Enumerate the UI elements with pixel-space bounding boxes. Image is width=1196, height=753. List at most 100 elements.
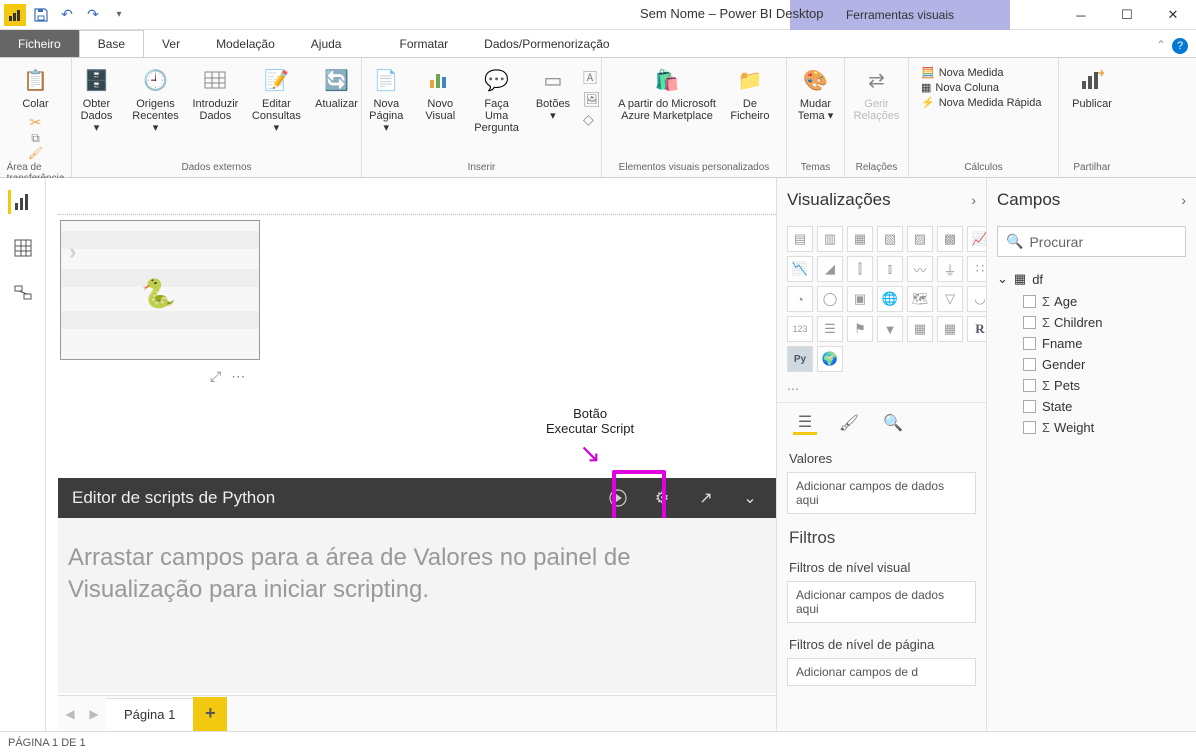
line-clustered-icon[interactable]: ⫿ <box>847 256 873 282</box>
field-state[interactable]: State <box>997 396 1186 417</box>
tab-format[interactable]: Formatar <box>381 30 466 57</box>
100-column-icon[interactable]: ▩ <box>937 226 963 252</box>
more-visuals-icon[interactable]: ⋯ <box>777 376 986 402</box>
tab-data-drill[interactable]: Dados/Pormenorização <box>466 30 627 57</box>
refresh-button[interactable]: 🔄Atualizar <box>313 62 361 162</box>
python-visual-placeholder[interactable]: › 🐍 ⤢ ⋯ <box>60 220 260 370</box>
table-df[interactable]: ⌄ ▦ df <box>997 267 1186 291</box>
multi-card-icon[interactable]: ☰ <box>817 316 843 342</box>
checkbox[interactable] <box>1023 400 1036 413</box>
script-options-icon[interactable]: ⚙ <box>650 486 674 510</box>
field-pets[interactable]: Pets <box>997 375 1186 396</box>
checkbox[interactable] <box>1023 379 1036 392</box>
area-icon[interactable]: 📉 <box>787 256 813 282</box>
new-visual-button[interactable]: Novo Visual <box>416 62 464 162</box>
pop-out-icon[interactable]: ↗ <box>694 486 718 510</box>
field-gender[interactable]: Gender <box>997 354 1186 375</box>
line-stacked-icon[interactable]: ⫾ <box>877 256 903 282</box>
checkbox[interactable] <box>1023 358 1036 371</box>
maximize-button[interactable]: ☐ <box>1104 0 1150 30</box>
new-column-button[interactable]: ▦Nova Coluna <box>921 81 999 94</box>
add-page-button[interactable]: + <box>193 697 227 731</box>
tab-file[interactable]: Ficheiro <box>0 30 79 57</box>
values-drop-area[interactable]: Adicionar campos de dados aqui <box>787 472 976 514</box>
data-view-icon[interactable] <box>11 236 35 260</box>
checkbox[interactable] <box>1023 337 1036 350</box>
visual-more-icon[interactable]: ⋯ <box>231 368 245 385</box>
run-script-button[interactable] <box>606 486 630 510</box>
page-filters-drop[interactable]: Adicionar campos de d <box>787 658 976 686</box>
analytics-tab-icon[interactable]: 🔍 <box>881 411 905 435</box>
clustered-column-icon[interactable]: ▧ <box>877 226 903 252</box>
treemap-icon[interactable]: ▣ <box>847 286 873 312</box>
stacked-column-icon[interactable]: ▥ <box>817 226 843 252</box>
marketplace-button[interactable]: 🛍️A partir do Microsoft Azure Marketplac… <box>614 62 720 162</box>
arcgis-icon[interactable]: 🌍 <box>817 346 843 372</box>
ribbon-icon[interactable]: 〰 <box>907 256 933 282</box>
help-icon[interactable]: ? <box>1172 38 1188 54</box>
python-visual-icon[interactable]: Py <box>787 346 813 372</box>
qat-customize[interactable]: ▾ <box>108 4 130 26</box>
buttons-button[interactable]: ▭Botões ▾ <box>529 62 577 162</box>
undo-icon[interactable]: ↶ <box>56 4 78 26</box>
close-button[interactable]: ✕ <box>1150 0 1196 30</box>
collapse-ribbon-icon[interactable]: ⌃ <box>1156 38 1166 52</box>
new-page-button[interactable]: 📄Nova Página ▾ <box>362 62 410 162</box>
card-icon[interactable]: 123 <box>787 316 813 342</box>
textbox-icon[interactable]: 🄰 <box>583 68 601 88</box>
visual-filters-drop[interactable]: Adicionar campos de dados aqui <box>787 581 976 623</box>
waterfall-icon[interactable]: ⏚ <box>937 256 963 282</box>
map-icon[interactable]: 🌐 <box>877 286 903 312</box>
fields-search[interactable]: 🔍 Procurar <box>997 226 1186 257</box>
field-children[interactable]: Children <box>997 312 1186 333</box>
collapse-fields-pane-icon[interactable]: › <box>1181 192 1186 208</box>
matrix-icon[interactable]: ▦ <box>937 316 963 342</box>
100-bar-icon[interactable]: ▨ <box>907 226 933 252</box>
minimize-button[interactable]: ─ <box>1058 0 1104 30</box>
collapse-editor-icon[interactable]: ⌄ <box>738 486 762 510</box>
page-prev-icon[interactable]: ◀ <box>58 707 82 721</box>
donut-icon[interactable]: ◯ <box>817 286 843 312</box>
new-measure-button[interactable]: 🧮Nova Medida <box>921 66 1004 79</box>
stacked-area-icon[interactable]: ◢ <box>817 256 843 282</box>
stacked-bar-icon[interactable]: ▤ <box>787 226 813 252</box>
save-icon[interactable] <box>30 4 52 26</box>
format-tab-icon[interactable]: 🖌 <box>837 411 861 435</box>
checkbox[interactable] <box>1023 295 1036 308</box>
tab-modeling[interactable]: Modelação <box>198 30 293 57</box>
page-next-icon[interactable]: ▶ <box>82 707 106 721</box>
image-icon[interactable]: 🖼 <box>583 91 601 108</box>
model-view-icon[interactable] <box>11 282 35 306</box>
copy-icon[interactable]: ⧉ <box>31 131 40 146</box>
field-age[interactable]: Age <box>997 291 1186 312</box>
paste-button[interactable]: 📋 Colar ✂ ⧉ 🖌 <box>12 62 60 162</box>
page-tab-1[interactable]: Página 1 <box>106 698 193 730</box>
redo-icon[interactable]: ↷ <box>82 4 104 26</box>
shapes-icon[interactable]: ◇ <box>583 111 601 128</box>
tab-home[interactable]: Base <box>79 30 144 57</box>
tab-help[interactable]: Ajuda <box>293 30 360 57</box>
filled-map-icon[interactable]: 🗺 <box>907 286 933 312</box>
get-data-button[interactable]: 🗄️Obter Dados ▾ <box>72 62 120 162</box>
report-view-icon[interactable] <box>8 190 35 214</box>
field-fname[interactable]: Fname <box>997 333 1186 354</box>
kpi-icon[interactable]: ⚑ <box>847 316 873 342</box>
publish-button[interactable]: Publicar <box>1068 62 1116 162</box>
from-file-button[interactable]: 📁De Ficheiro <box>726 62 774 162</box>
table-visual-icon[interactable]: ▦ <box>907 316 933 342</box>
pie-icon[interactable]: ◔ <box>787 286 813 312</box>
collapse-viz-pane-icon[interactable]: › <box>971 192 976 208</box>
manage-relations-button[interactable]: ⇄Gerir Relações <box>850 62 904 162</box>
format-painter-icon[interactable]: 🖌 <box>28 146 43 160</box>
checkbox[interactable] <box>1023 421 1036 434</box>
checkbox[interactable] <box>1023 316 1036 329</box>
report-canvas[interactable]: › 🐍 ⤢ ⋯ Botão Executar Script ↘ Editor d… <box>46 178 776 731</box>
scissors-icon[interactable]: ✂ <box>30 114 42 131</box>
switch-theme-button[interactable]: 🎨Mudar Tema ▾ <box>792 62 840 162</box>
recent-sources-button[interactable]: 🕘Origens Recentes ▾ <box>126 62 184 162</box>
slicer-icon[interactable]: ▼ <box>877 316 903 342</box>
visual-focus-icon[interactable]: ⤢ <box>210 368 221 385</box>
script-editor-body[interactable]: Arrastar campos para a área de Valores n… <box>58 518 776 693</box>
tab-view[interactable]: Ver <box>144 30 198 57</box>
funnel-icon[interactable]: ▽ <box>937 286 963 312</box>
